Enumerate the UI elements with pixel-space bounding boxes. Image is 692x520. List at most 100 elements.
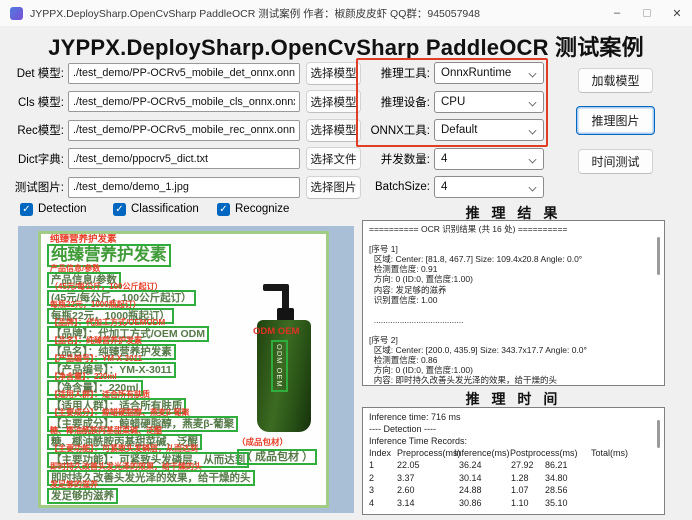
dict-input[interactable] (68, 148, 300, 169)
result-line: 识别置信度: 1.00 (369, 295, 658, 305)
onnx-tool-select[interactable]: Default (434, 119, 544, 141)
test-image-input[interactable] (68, 177, 300, 198)
timing-textbox[interactable]: Inference time: 716 ms ---- Detection --… (362, 407, 665, 515)
recognize-checkbox[interactable]: ✓ Recognize (217, 201, 289, 217)
timing-table-row: 43.1430.861.1035.10 (369, 497, 658, 509)
timing-panel-title: 推 理 时 间 (362, 389, 665, 409)
ocr-line: 纯臻营养护发素纯臻营养护发素 (47, 237, 323, 267)
cell: 1.28 (511, 472, 545, 484)
result-line (369, 234, 658, 244)
select-image-button[interactable]: 选择图片 (306, 176, 361, 199)
cls-model-label: Cls 模型: (6, 94, 64, 110)
cell: 35.10 (545, 497, 658, 509)
timing-table-header: Index Preprocess(ms) Inference(ms) Postp… (369, 447, 658, 459)
inference-backend-label: 推理工具: (360, 65, 430, 81)
cls-model-row: Cls 模型: 选择模型 (6, 91, 362, 113)
col-total: Total(ms) (591, 447, 658, 459)
result-line: 区域: Center: [200.0, 435.9] Size: 343.7x1… (369, 345, 658, 355)
cell: 22.05 (397, 459, 459, 471)
inference-device-value: CPU (441, 96, 465, 108)
det-model-row: Det 模型: 选择模型 (6, 62, 362, 84)
picture-box: 纯臻营养护发素纯臻营养护发素 产品信息/参数产品信息/参数 （45元/每公斤，1… (18, 226, 354, 513)
window-controls: – ✕ (602, 0, 692, 26)
ocr-overlay-text: 【品名】：纯臻营养护发素 (50, 336, 142, 345)
maximize-button[interactable] (632, 0, 662, 26)
inference-device-select[interactable]: CPU (434, 91, 544, 113)
detection-checkbox[interactable]: ✓ Detection (20, 201, 87, 217)
timing-table-row: 122.0536.2427.9286.21 (369, 459, 658, 471)
test-image-label: 测试图片: (6, 179, 64, 195)
ocr-overlay-text: 纯臻营养护发素 (50, 235, 117, 244)
close-button[interactable]: ✕ (662, 0, 692, 26)
ocr-overlay-text: （成品包材） (237, 438, 317, 447)
app-window: JYPPX.DeploySharp.OpenCvSharp PaddleOCR … (0, 0, 692, 520)
result-line: ...................................... (369, 315, 658, 325)
result-line: 检测置信度: 0.86 (369, 355, 658, 365)
batchsize-value: 4 (441, 181, 447, 193)
scrollbar-thumb[interactable] (657, 237, 660, 275)
dict-label: Dict字典: (6, 151, 64, 167)
time-test-button[interactable]: 时间测试 (578, 149, 653, 174)
select-cls-model-button[interactable]: 选择模型 (306, 90, 361, 113)
load-model-button[interactable]: 加载模型 (578, 68, 653, 93)
cls-model-input[interactable] (68, 91, 300, 112)
rec-model-input[interactable] (68, 120, 300, 141)
onnx-tool-label: ONNX工具: (360, 122, 430, 138)
ocr-detection-box: 发足够的滋养 (47, 488, 118, 504)
classification-checkbox[interactable]: ✓ Classification (113, 201, 199, 217)
cell: 1.07 (511, 484, 545, 496)
model-form: Det 模型: 选择模型 Cls 模型: 选择模型 Rec模型: 选择模型 Di… (6, 62, 362, 205)
timing-line: ---- Detection ---- (369, 423, 658, 435)
result-line: [序号 1] (369, 244, 658, 254)
app-icon (10, 7, 23, 20)
col-inference: Inference(ms) (454, 447, 510, 459)
package-label: （成品包材） （ 成品包材 ） (237, 438, 317, 465)
ocr-detection-box: （ 成品包材 ） (237, 449, 317, 465)
scrollbar-thumb[interactable] (657, 420, 660, 448)
result-line (369, 325, 658, 335)
select-dict-button[interactable]: 选择文件 (306, 147, 361, 170)
ocr-result-image: 纯臻营养护发素纯臻营养护发素 产品信息/参数产品信息/参数 （45元/每公斤，1… (38, 231, 329, 508)
chevron-down-icon (529, 99, 536, 106)
ocr-overlay-text: 【产品编号】：YM-X-3011 (50, 354, 142, 363)
results-textbox[interactable]: ========== OCR 识别结果 (共 16 处) ========== … (362, 220, 665, 386)
cell: 3.37 (397, 472, 459, 484)
test-image-row: 测试图片: 选择图片 (6, 176, 362, 198)
select-rec-model-button[interactable]: 选择模型 (306, 119, 361, 142)
det-model-input[interactable] (68, 63, 300, 84)
cell: 3.14 (397, 497, 459, 509)
page-title: JYPPX.DeploySharp.OpenCvSharp PaddleOCR … (0, 30, 692, 62)
result-line (369, 305, 658, 315)
result-line: 检测置信度: 0.91 (369, 264, 658, 274)
result-line: [序号 2] (369, 335, 658, 345)
concurrency-value: 4 (441, 153, 447, 165)
inference-backend-value: OnnxRuntime (441, 67, 511, 79)
onnx-tool-row: ONNX工具: Default (360, 119, 550, 141)
col-postprocess: Postprocess(ms) (510, 447, 591, 459)
title-bar: JYPPX.DeploySharp.OpenCvSharp PaddleOCR … (0, 0, 692, 26)
rec-model-row: Rec模型: 选择模型 (6, 119, 362, 141)
ocr-overlay-text: （45元/每公斤，100公斤起订） (50, 282, 162, 291)
ocr-overlay-text: 【净含量】：220ml (50, 372, 117, 381)
cell: 34.80 (545, 472, 658, 484)
chevron-down-icon (529, 184, 536, 191)
concurrency-label: 并发数量: (360, 151, 430, 167)
concurrency-select[interactable]: 4 (434, 148, 544, 170)
select-det-model-button[interactable]: 选择模型 (306, 62, 361, 85)
cell: 3 (369, 484, 397, 496)
classification-checkbox-label: Classification (131, 203, 199, 215)
concurrency-row: 并发数量: 4 (360, 148, 550, 170)
chevron-down-icon (529, 127, 536, 134)
cell: 4 (369, 497, 397, 509)
timing-line: Inference Time Records: (369, 435, 658, 447)
maximize-icon (643, 9, 651, 17)
ocr-overlay-text: 每瓶22元，1000瓶起订） (50, 300, 141, 309)
ocr-overlay-text: 即时持久改善头发光泽的效果，给干燥的头 (50, 462, 202, 471)
inference-image-button[interactable]: 推理图片 (576, 106, 655, 135)
minimize-button[interactable]: – (602, 0, 632, 26)
result-line: 方向: 0 (ID:0, 置信度:1.00) (369, 365, 658, 375)
cell: 24.88 (459, 484, 511, 496)
ocr-line: 发足够的滋养发足够的滋养 (47, 483, 323, 501)
batchsize-select[interactable]: 4 (434, 176, 544, 198)
inference-backend-select[interactable]: OnnxRuntime (434, 62, 544, 84)
